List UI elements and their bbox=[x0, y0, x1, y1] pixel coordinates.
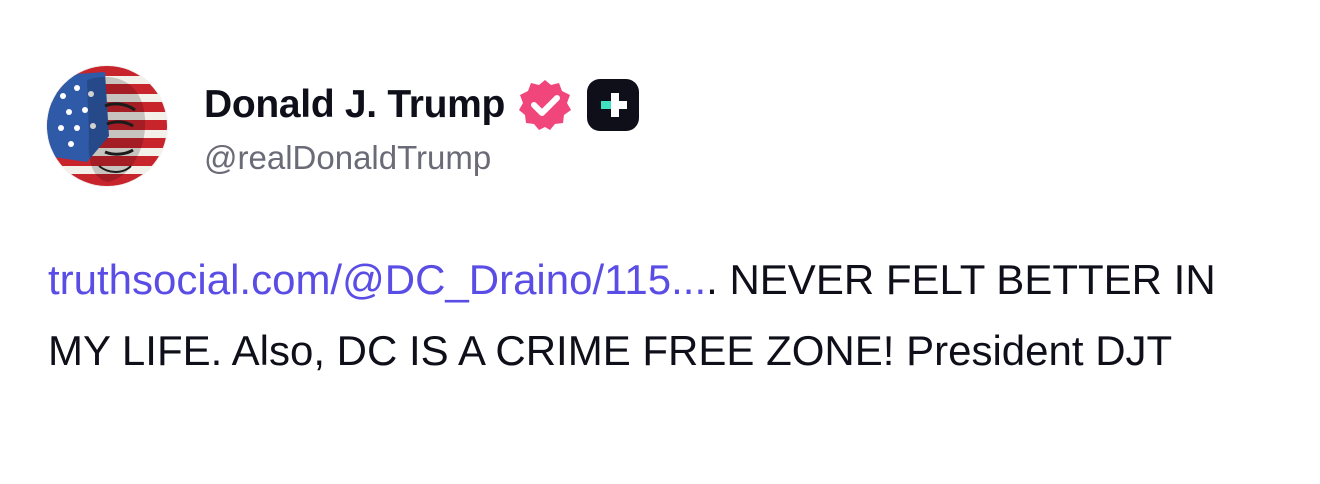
name-row: Donald J. Trump bbox=[204, 75, 641, 135]
truth-plus-badge-icon bbox=[585, 77, 641, 133]
author-identity: Donald J. Trump @realDonaldTrump bbox=[204, 75, 641, 177]
post-link[interactable]: truthsocial.com/@DC_Draino/115... bbox=[48, 256, 706, 303]
verified-badge-icon bbox=[517, 77, 573, 133]
flag-portrait-avatar-icon bbox=[47, 66, 167, 186]
truth-post: Donald J. Trump @realDonaldTrump truthso… bbox=[0, 0, 1320, 484]
display-name[interactable]: Donald J. Trump bbox=[204, 83, 505, 127]
post-header: Donald J. Trump @realDonaldTrump bbox=[47, 66, 641, 186]
avatar[interactable] bbox=[47, 66, 167, 186]
author-handle[interactable]: @realDonaldTrump bbox=[204, 139, 641, 177]
post-body: truthsocial.com/@DC_Draino/115.... NEVER… bbox=[48, 244, 1278, 386]
